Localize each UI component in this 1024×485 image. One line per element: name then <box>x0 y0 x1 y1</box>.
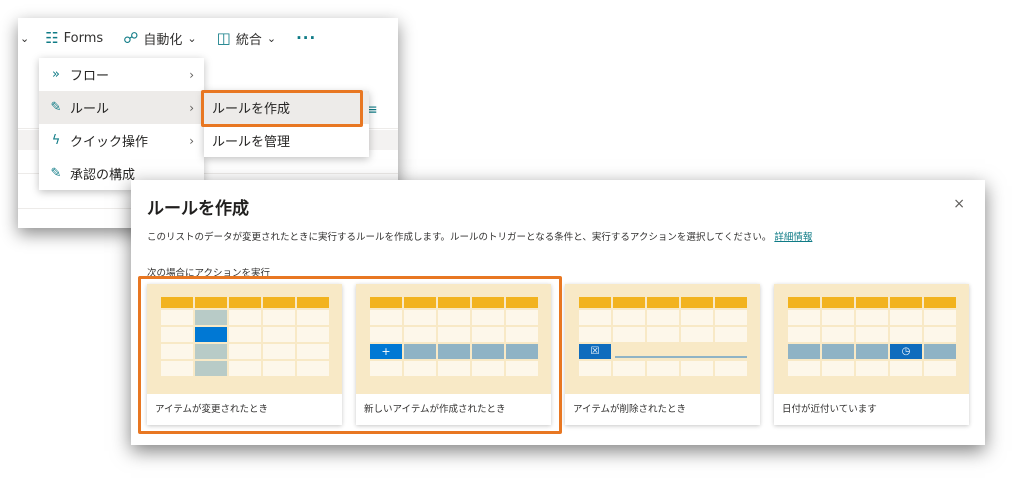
automate-menu: » フロー › ✎ ルール › ϟ クイック操作 › ✎ 承認の構成 <box>39 58 204 190</box>
chevron-right-icon: › <box>189 100 194 115</box>
close-icon[interactable]: × <box>953 196 965 212</box>
automate-label: 自動化 <box>143 32 183 48</box>
submenu-item-label: ルールを管理 <box>212 135 291 150</box>
integrate-button[interactable]: ◫ 統合 ⌄ <box>217 29 276 48</box>
chevron-right-icon: › <box>189 67 194 82</box>
menu-item-label: フロー <box>70 69 110 84</box>
forms-button[interactable]: ☷ Forms <box>45 29 103 47</box>
integrate-icon: ◫ <box>216 29 231 47</box>
chevron-down-icon[interactable]: ⌄ <box>20 32 29 45</box>
menu-item-rules[interactable]: ✎ ルール › <box>39 91 204 124</box>
menu-item-label: ルール <box>70 102 110 117</box>
submenu-item-manage-rules[interactable]: ルールを管理 <box>204 124 369 157</box>
create-rule-highlight-box <box>201 90 363 127</box>
menu-item-label: 承認の構成 <box>70 168 136 183</box>
chevron-down-icon: ⌄ <box>266 31 277 45</box>
dialog-title: ルールを作成 <box>147 199 249 219</box>
clock-icon: ◷ <box>890 344 922 359</box>
menu-item-quick-action[interactable]: ϟ クイック操作 › <box>39 124 204 157</box>
rule-icon: ✎ <box>50 100 62 115</box>
grid-illustration: ☒ <box>579 297 747 378</box>
cards-highlight-box <box>138 276 562 434</box>
description-text: このリストのデータが変更されたときに実行するルールを作成します。ルールのトリガー… <box>147 232 772 243</box>
automate-button[interactable]: ☍ 自動化 ⌄ <box>123 29 196 48</box>
menu-item-label: クイック操作 <box>70 135 149 150</box>
card-date-approaching[interactable]: ◷ 日付が近付いています <box>774 284 969 425</box>
card-label: アイテムが削除されたとき <box>573 404 687 415</box>
card-illustration: ☒ <box>565 284 760 394</box>
command-bar: ⌄ ☷ Forms ☍ 自動化 ⌄ ◫ 統合 ⌄ ··· <box>18 18 398 58</box>
forms-label: Forms <box>63 30 104 46</box>
chevron-right-icon: › <box>189 133 194 148</box>
learn-more-link[interactable]: 詳細情報 <box>774 232 812 243</box>
quick-action-icon: ϟ <box>51 133 61 148</box>
automate-icon: ☍ <box>123 29 139 47</box>
flow-icon: » <box>52 67 60 82</box>
trash-icon: ☒ <box>579 344 611 359</box>
card-label: 日付が近付いています <box>782 404 877 415</box>
card-illustration: ◷ <box>774 284 969 394</box>
dialog-description: このリストのデータが変更されたときに実行するルールを作成します。ルールのトリガー… <box>147 229 812 243</box>
menu-item-flow[interactable]: » フロー › <box>39 58 204 91</box>
card-item-deleted[interactable]: ☒ アイテムが削除されたとき <box>565 284 760 425</box>
deleted-row-line <box>615 356 747 358</box>
forms-icon: ☷ <box>45 29 59 47</box>
chevron-down-icon: ⌄ <box>187 31 197 45</box>
integrate-label: 統合 <box>235 32 262 48</box>
grid-illustration: ◷ <box>788 297 956 378</box>
more-options-button[interactable]: ··· <box>296 29 316 47</box>
approval-icon: ✎ <box>50 166 62 181</box>
